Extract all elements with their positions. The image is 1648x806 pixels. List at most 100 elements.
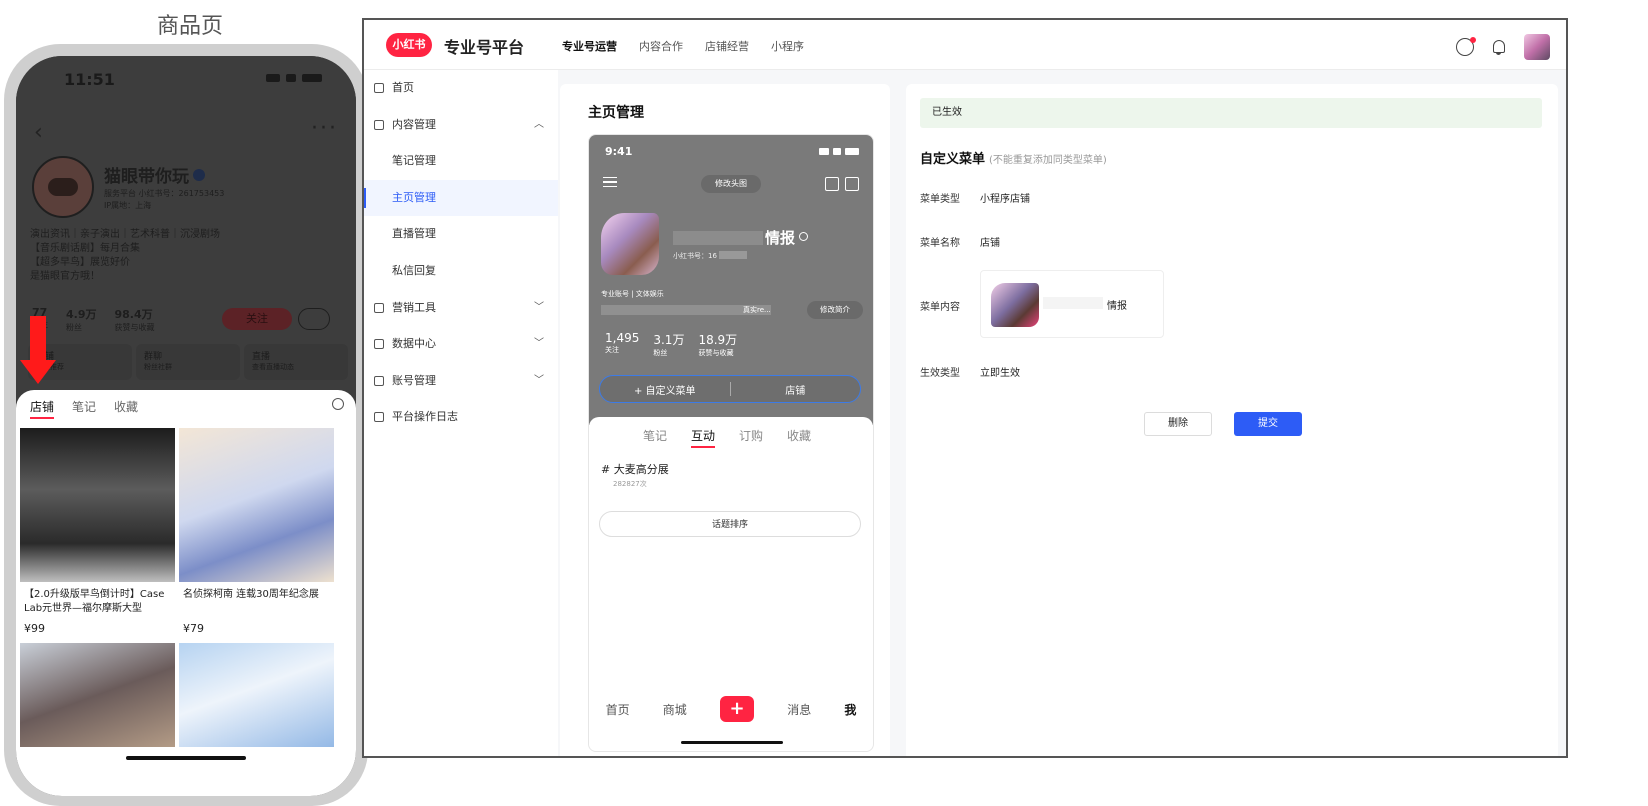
nav-content-coop[interactable]: 内容合作 [639,38,683,54]
sidebar: 首页 内容管理 ︿ 笔记管理 主页管理 直播管理 私信回复 营销工具 ﹀ 数据中心 ﹀… [364,70,558,756]
topic-sort-button[interactable]: 话题排序 [599,511,861,537]
content-avatar [991,283,1039,327]
status-badge: 已生效 [920,98,1542,128]
preview-tabs: 笔记 互动 订购 收藏 [643,427,811,448]
back-icon[interactable]: ‹ [34,120,43,145]
home-indicator [681,741,783,744]
effect-type-label: 生效类型 [920,368,960,379]
effect-type-value: 立即生效 [980,368,1020,379]
shop-sheet: 店铺 笔记 收藏 【2.0升级版早鸟倒计时】Case Lab元世界—福尔摩斯大型… [16,390,356,796]
footer-home[interactable]: 首页 [606,701,630,718]
grid-icon [374,83,384,93]
follow-button[interactable]: 关注 [222,308,292,330]
signal-icon [819,148,859,155]
page-caption: 商品页 [156,14,223,39]
avatar [32,156,94,218]
content-icon [374,119,384,130]
tab-shop[interactable]: 店铺 [30,398,55,419]
phone-screen: 11:51 ‹ ··· 猫眼带你玩 服务平台 小红书号：261753453 IP… [16,56,356,796]
content-redacted [1043,297,1103,309]
nav-pro-ops[interactable]: 专业号运营 [562,38,617,54]
sidebar-item-home[interactable]: 首页 [364,70,558,107]
bell-icon[interactable] [1490,38,1508,56]
edit-intro-button[interactable]: 修改简介 [807,301,863,319]
submit-button[interactable]: 提交 [1234,412,1302,436]
tab-interaction[interactable]: 互动 [691,427,716,448]
product-title: 【2.0升级版早鸟倒计时】Case Lab元世界—福尔摩斯大型 [24,589,165,614]
chevron-up-icon: ︿ [534,118,544,130]
search-icon[interactable] [332,398,344,410]
nav-store-ops[interactable]: 店铺经营 [705,38,749,54]
shop-button[interactable]: 店铺 [731,382,861,397]
message-button[interactable] [298,308,330,330]
panel-title: 主页管理 [588,105,644,121]
product-card[interactable] [179,643,334,747]
sidebar-item-marketing[interactable]: 营销工具 ﹀ [364,290,558,327]
tab-orders[interactable]: 订购 [739,427,763,448]
user-avatar[interactable] [1524,34,1550,60]
logo[interactable]: 小红书 [386,33,432,57]
custom-menu-button[interactable]: + 自定义菜单 [600,382,730,397]
brand-title: 专业号平台 [444,38,525,57]
product-title: 名侦探柯南 连载30周年纪念展 [183,589,319,600]
profile-bio: 演出资讯｜亲子演出｜艺术科普｜沉浸剧场 【音乐剧话剧】每月合集 【超多早鸟】展览… [30,229,220,282]
menu-content-label: 菜单内容 [920,302,960,313]
phone-mockup: 11:51 ‹ ··· 猫眼带你玩 服务平台 小红书号：261753453 IP… [4,44,368,806]
sidebar-item-messages[interactable]: 私信回复 [364,253,558,290]
preview-tags: 专业账号 | 文体娱乐 [601,290,664,298]
menu-name-value: 店铺 [980,238,1000,249]
product-card[interactable]: 【2.0升级版早鸟倒计时】Case Lab元世界—福尔摩斯大型 ¥99 [20,428,175,637]
chart-icon [374,339,384,350]
more-icon[interactable]: ··· [311,116,338,141]
product-image [20,643,175,747]
topic-title[interactable]: # 大麦高分展 [601,461,669,477]
menu-type-label: 菜单类型 [920,194,960,205]
chart-icon[interactable] [825,177,839,191]
sidebar-item-homepage[interactable]: 主页管理 [364,179,558,217]
sidebar-item-live[interactable]: 直播管理 [364,216,558,253]
sidebar-item-data[interactable]: 数据中心 ﹀ [364,326,558,363]
stat-likes[interactable]: 98.4万 获赞与收藏 [115,306,155,333]
product-card[interactable]: 名侦探柯南 连载30周年纪念展 ¥79 [179,428,334,637]
support-icon[interactable] [1456,37,1476,56]
footer-me[interactable]: 我 [844,701,856,718]
delete-button[interactable]: 删除 [1144,412,1212,436]
tab-favorites[interactable]: 收藏 [787,427,811,448]
card-group-chat[interactable]: 群聊 粉丝社群 [136,344,240,380]
preview-panel: 主页管理 9:41 修改头图 情报 小红书号：16 专业账号 | 文体娱乐 真实… [560,84,890,756]
feature-cards: 店铺好物推荐 群聊粉丝社群 直播查看直播动态 [28,344,348,380]
share-icon[interactable] [845,177,859,191]
tab-favorites[interactable]: 收藏 [114,398,138,419]
product-image [20,428,175,582]
chevron-down-icon: ﹀ [534,338,544,350]
footer-mall[interactable]: 商城 [663,701,687,718]
edit-header-button[interactable]: 修改头图 [701,175,761,193]
sidebar-item-notes[interactable]: 笔记管理 [364,143,558,180]
top-bar-icons [1456,34,1550,60]
preview-header: 9:41 修改头图 情报 小红书号：16 专业账号 | 文体娱乐 真实re...… [589,135,873,425]
sidebar-item-account[interactable]: 账号管理 ﹀ [364,363,558,400]
plus-icon[interactable]: + [720,696,754,722]
info-icon[interactable] [799,232,809,241]
log-icon [374,412,384,423]
sidebar-item-log[interactable]: 平台操作日志 [364,399,558,436]
home-indicator [126,756,246,760]
nav-mini-program[interactable]: 小程序 [771,38,804,54]
menu-content-card[interactable]: 情报 [980,270,1164,338]
card-live[interactable]: 直播 查看直播动态 [244,344,348,380]
stat-likes: 18.9万 获赞与收藏 [698,333,738,357]
homepage-preview: 9:41 修改头图 情报 小红书号：16 专业账号 | 文体娱乐 真实re...… [588,134,874,752]
tab-notes[interactable]: 笔记 [643,427,667,448]
arrow-down-icon [20,316,56,386]
preview-footer: 首页 商城 + 消息 我 [589,691,873,727]
custom-menu-bar: + 自定义菜单 店铺 [599,375,861,403]
preview-avatar [601,213,659,275]
tab-notes[interactable]: 笔记 [72,398,96,419]
preview-name: 情报 [765,227,809,248]
sidebar-item-content[interactable]: 内容管理 ︿ [364,107,558,144]
name-redacted [673,231,763,245]
menu-icon[interactable] [603,177,617,187]
product-card[interactable] [20,643,175,747]
footer-messages[interactable]: 消息 [787,701,811,718]
stat-fans[interactable]: 4.9万 粉丝 [66,306,97,333]
